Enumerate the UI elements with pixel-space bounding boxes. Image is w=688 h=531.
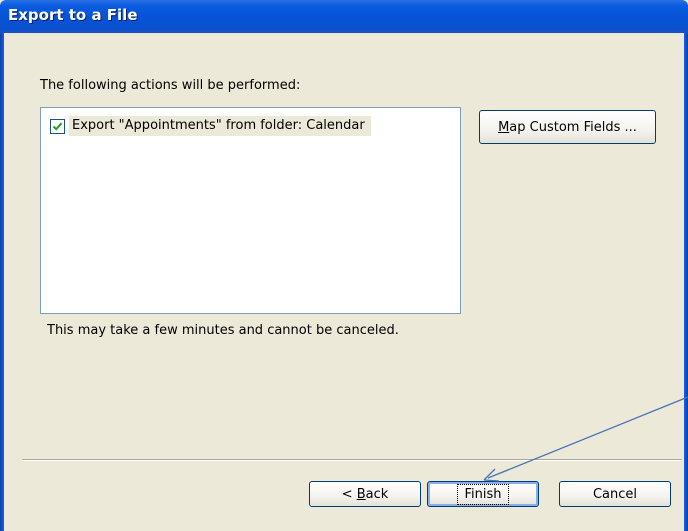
finish-button[interactable]: Finish: [427, 481, 539, 507]
map-custom-fields-button[interactable]: Map Custom Fields ...: [479, 110, 656, 144]
back-label-rest: ack: [365, 486, 389, 502]
checkmark-icon: [52, 122, 63, 131]
back-prefix: <: [341, 486, 357, 502]
export-dialog: Export to a File The following actions w…: [0, 0, 688, 531]
back-accel-key: B: [356, 486, 366, 502]
actions-listbox[interactable]: Export "Appointments" from folder: Calen…: [40, 107, 461, 314]
warning-note: This may take a few minutes and cannot b…: [47, 323, 399, 338]
window-title: Export to a File: [8, 6, 138, 24]
window-border-right: [684, 33, 688, 531]
footer-separator: [22, 459, 682, 461]
finish-label: Finish: [457, 483, 509, 505]
map-button-label-rest: ap Custom Fields ...: [509, 119, 637, 135]
list-item[interactable]: Export "Appointments" from folder: Calen…: [50, 116, 451, 136]
action-item-label: Export "Appointments" from folder: Calen…: [69, 116, 371, 136]
action-checkbox[interactable]: [50, 118, 65, 134]
cancel-button[interactable]: Cancel: [559, 481, 671, 507]
map-accel-key: M: [498, 119, 510, 135]
actions-heading: The following actions will be performed:: [40, 78, 301, 93]
window-border-left: [0, 33, 4, 531]
back-button[interactable]: < Back: [309, 481, 421, 507]
title-bar[interactable]: Export to a File: [0, 0, 688, 33]
cancel-label: Cancel: [592, 486, 638, 502]
